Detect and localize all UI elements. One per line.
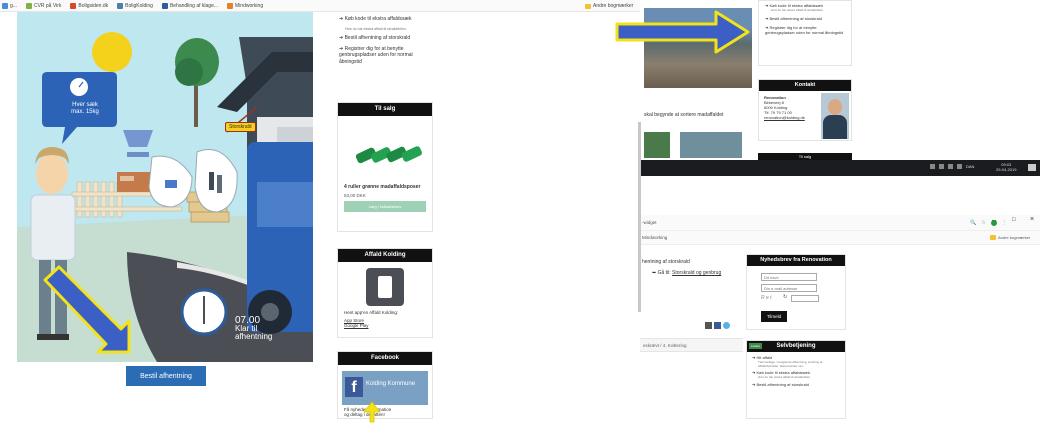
facebook-heading: Facebook	[338, 352, 432, 365]
contact-heading: Kontakt	[759, 80, 851, 91]
pointer-arrow	[363, 401, 381, 423]
next-widget-heading: Til salg	[758, 153, 852, 160]
self-service-heading: Selvbetjening	[776, 343, 816, 349]
app-heading: Affald Kolding	[338, 249, 432, 262]
contact-email-link[interactable]: renovation@kolding.dk	[764, 115, 805, 120]
bag-limit-bubble: Hver sæk max. 15kg	[71, 102, 99, 115]
newsletter-submit-button[interactable]: Tilmeld	[761, 311, 787, 322]
contact-photo	[821, 93, 849, 139]
facebook-banner[interactable]: f Kolding Kommune	[342, 371, 428, 405]
home-icon	[70, 2, 77, 9]
newsletter-heading: Nyhedsbrev fra Renovation	[747, 255, 845, 266]
illustration-art	[17, 32, 313, 362]
app-bin-icon	[366, 268, 404, 306]
bookmark-boligkolding[interactable]: BoligKolding	[117, 2, 153, 9]
facebook-icon: f	[345, 377, 363, 397]
print-icon[interactable]	[705, 322, 712, 329]
share-icons	[705, 322, 730, 329]
bookmark-icon	[117, 2, 124, 9]
search-icon[interactable]: 🔍	[970, 220, 976, 226]
pickup-time: 07.00 Klar til afhentning	[235, 315, 273, 341]
bookmark-0[interactable]: g...	[2, 2, 17, 9]
bookmarks-bar: g... CVR på Virk Boligsiden.dk BoligKold…	[0, 0, 640, 12]
tray-icons: DAN	[930, 164, 974, 169]
sidebar-links: ➔ Køb kode til ekstra affaldssæk Hvis du…	[339, 16, 435, 69]
menu-icon[interactable]: ⋮	[1002, 220, 1007, 226]
other-bookmarks-2[interactable]: Andre bogmærker	[990, 235, 1030, 240]
side-link-extra-bag[interactable]: ➔ Køb kode til ekstra affaldssæk	[339, 16, 435, 23]
newsletter-name-input[interactable]	[761, 273, 817, 281]
star-icon[interactable]: ☆	[981, 220, 985, 226]
highlight-arrow	[615, 10, 750, 54]
clock[interactable]: 09:03 29-04-2019	[996, 162, 1016, 172]
sale-heading: Til salg	[338, 103, 432, 116]
ss-link-storskrald[interactable]: ➔ Bestil afhentning af storskrald	[752, 382, 840, 388]
self-service-widget: Lukket Selvbetjening ➔ Hit affald Tømmed…	[746, 340, 846, 419]
newsletter-email-input[interactable]	[761, 284, 817, 292]
bookmark-boligsiden[interactable]: Boligsiden.dk	[70, 2, 108, 9]
app-widget: Affald Kolding Hent app'en Affald Koldin…	[337, 248, 433, 338]
folder-icon	[990, 235, 996, 240]
sale-product-title[interactable]: 4 ruller grønne madaffaldsposer	[344, 184, 426, 190]
captcha-input[interactable]	[791, 295, 819, 302]
add-to-cart-button[interactable]: Læg i indkøbskurv	[344, 201, 426, 212]
scrollbar[interactable]	[638, 122, 641, 312]
sale-widget: Til salg 4 ruller grønne madaffaldsposer…	[337, 102, 433, 232]
document-icon	[161, 2, 168, 9]
bookmarks-bar-2: Mindworking 🔍 ☆ ⋮ Andre bogmærker	[640, 220, 1040, 245]
storskrald-row: hentning af storskrald	[642, 259, 690, 265]
bookmark-icon	[227, 2, 234, 9]
windows-taskbar: DAN 09:03 29-04-2019	[640, 160, 1040, 176]
language-indicator[interactable]: DAN	[966, 164, 974, 169]
close-window-button[interactable]: ×	[1030, 216, 1034, 223]
bookmark-icon	[25, 2, 32, 9]
rt-link-register[interactable]: ➔ Registrer dig for at benytte genbrugsp…	[765, 25, 845, 35]
twitter-share-icon[interactable]	[723, 322, 730, 329]
bookmark-cvr[interactable]: CVR på Virk	[25, 2, 61, 9]
google-play-link[interactable]: Google Play	[344, 323, 426, 329]
right-top-links: ➔ Køb kode til ekstra affaldssæk Hvis du…	[758, 0, 852, 66]
storskrald-tag: Storskrald	[225, 122, 256, 132]
bookmark-klage[interactable]: Behandling af klage...	[161, 2, 218, 9]
bookmark-icon	[2, 2, 8, 9]
newsletter-widget: Nyhedsbrev fra Renovation R e t ↻ Tilmel…	[746, 254, 846, 330]
maximize-button[interactable]: □	[1012, 217, 1016, 223]
side-link-register[interactable]: ➔ Registrer dig for at benytte genbrugsp…	[339, 46, 435, 66]
contact-info: Renovation Birkeveej 8 6000 Kolding Tlf.…	[764, 95, 805, 120]
step-breadcrumb: eskrævt / 4. Kvittering	[640, 338, 743, 352]
waste-pickup-illustration: Hver sæk max. 15kg Storskrald 07.00 Klar…	[17, 12, 313, 362]
facebook-widget: Facebook f Kolding Kommune Få nyheder, i…	[337, 351, 433, 423]
bins-photo	[680, 132, 742, 158]
rt-link-storskrald[interactable]: ➔ Bestil afhentning af storskrald	[765, 16, 845, 21]
article-caption: skal begynde at sortere madaffaldet	[644, 112, 724, 118]
contact-widget: Kontakt Renovation Birkeveej 8 6000 Kold…	[758, 79, 852, 141]
extension-icon[interactable]	[990, 220, 997, 226]
goto-link-row: ➥ Gå til: Storskrald og genbrug	[652, 270, 722, 276]
bin-photo	[644, 132, 670, 158]
sale-price: 53,00 DKK	[344, 193, 366, 198]
order-pickup-button[interactable]: Bestil afhentning	[126, 366, 206, 386]
side-link-storskrald[interactable]: ➔ Bestil afhentning af storskrald	[339, 35, 435, 42]
refresh-captcha-icon[interactable]: ↻	[783, 294, 787, 300]
folder-icon	[585, 3, 591, 9]
green-bags-image	[355, 146, 422, 164]
right-screenshot-top: skal begynde at sortere madaffaldet ➔ Kø…	[615, 0, 1040, 160]
bookmark-mindworking-2[interactable]: Mindworking	[642, 235, 667, 240]
address-bar-icons: 🔍 ☆ ⋮	[970, 220, 1007, 226]
notifications-icon[interactable]	[1028, 164, 1036, 171]
goto-storskrald-link[interactable]: Storskrald og genbrug	[672, 270, 721, 276]
captcha-image: R e t	[761, 295, 772, 301]
facebook-share-icon[interactable]	[714, 322, 721, 329]
bookmark-mindworking[interactable]: Mindworking	[227, 2, 263, 9]
